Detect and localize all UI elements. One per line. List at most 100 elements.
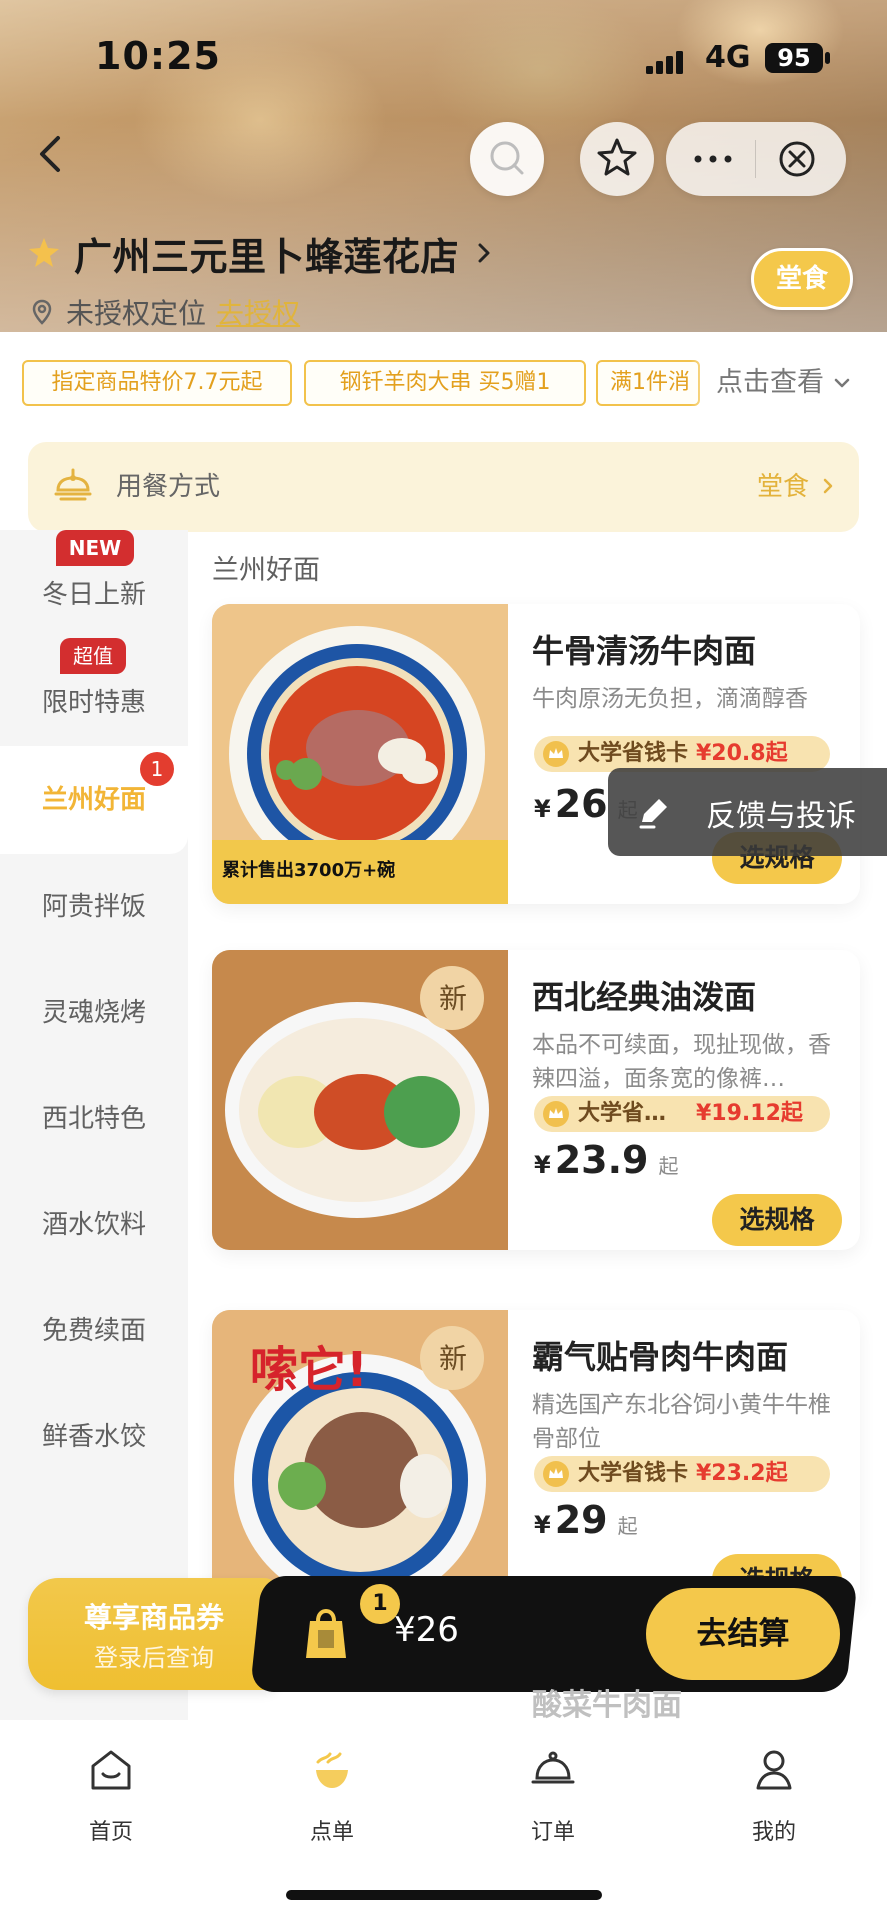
member-price: ¥20.8起 (696, 741, 788, 766)
image-title-text: 嗦它! (250, 1342, 368, 1398)
sidebar-item-barbecue[interactable]: 灵魂烧烤 (0, 960, 188, 1066)
sidebar-item-label: 兰州好面 (41, 785, 146, 815)
search-button[interactable] (470, 122, 544, 196)
member-card-text: 大学省… (578, 1101, 667, 1126)
location-pin-icon (32, 299, 52, 325)
value-badge: 超值 (60, 638, 126, 674)
sidebar-item-label: 西北特色 (41, 1104, 146, 1134)
sidebar-item-free-refill[interactable]: 免费续面 (0, 1278, 188, 1384)
partially-hidden-product-title: 酸菜牛肉面 (532, 1688, 682, 1723)
status-bar: 10:25 4G 95 (0, 0, 887, 110)
cart-total: ¥26 (394, 1610, 459, 1650)
authorize-location-link[interactable]: 去授权 (216, 292, 300, 332)
member-price-pill: 大学省钱卡 ¥23.2起 (534, 1456, 830, 1492)
member-card-text: 大学省钱卡 (578, 741, 689, 766)
product-card[interactable]: 新 西北经典油泼面 本品不可续面，现扯现做，香辣四溢，面条宽的像裤… 大学省… … (212, 950, 860, 1250)
tab-profile-label: 我的 (751, 1820, 796, 1845)
price-value: 26 (554, 782, 608, 826)
product-image: 新 (212, 950, 508, 1250)
oil-splashed-noodle-image: 新 (212, 950, 508, 1250)
signal-icon (646, 51, 683, 74)
product-card[interactable]: 嗦它! 新 霸气贴骨肉牛肉面 精选国产东北谷饲小黄牛牛椎骨部位 大学省钱卡 ¥2… (212, 1310, 860, 1610)
price-row: ¥ 23.9 起 (534, 1138, 678, 1190)
capsule-divider (755, 140, 756, 178)
back-button[interactable] (28, 130, 76, 178)
sidebar-item-dumplings[interactable]: 鲜香水饺 (0, 1384, 188, 1490)
coupon-entry[interactable]: 尊享商品券 登录后查询 (28, 1578, 280, 1690)
store-info-row[interactable]: 广州三元里卜蜂莲花店 (26, 228, 497, 279)
select-spec-button[interactable]: 选规格 (712, 1194, 842, 1246)
price-suffix: 起 (617, 1514, 638, 1538)
battery-level: 95 (765, 43, 823, 73)
sidebar-item-drinks[interactable]: 酒水饮料 (0, 1172, 188, 1278)
member-price-pill: 大学省钱卡 ¥20.8起 (534, 736, 830, 772)
price-currency: ¥ (534, 1511, 551, 1539)
dine-mode-pill[interactable]: 堂食 (751, 248, 853, 310)
member-price-pill: 大学省… ¥19.12起 (534, 1096, 830, 1132)
crown-icon (543, 1101, 569, 1127)
sidebar-item-northwest-specialty[interactable]: 西北特色 (0, 1066, 188, 1172)
member-card-text: 大学省钱卡 (578, 1461, 689, 1486)
chevron-right-icon (823, 478, 833, 494)
tab-profile[interactable]: 我的 (714, 1744, 834, 1854)
sidebar-item-label: 鲜香水饺 (41, 1422, 146, 1452)
sidebar-item-label: 免费续面 (41, 1316, 146, 1346)
cart-count-badge: 1 (140, 752, 174, 786)
sidebar-item-agui-rice[interactable]: 阿贵拌饭 (0, 854, 188, 960)
sidebar-item-label: 阿贵拌饭 (41, 892, 146, 922)
feedback-button[interactable]: 反馈与投诉 (608, 768, 887, 856)
new-badge: NEW (56, 530, 134, 566)
star-icon (597, 138, 637, 176)
sidebar-item-label: 限时特惠 (41, 688, 146, 718)
category-sidebar: 冬日上新 限时特惠 兰州好面 阿贵拌饭 灵魂烧烤 西北特色 酒水饮料 免费续面 … (0, 530, 188, 1720)
price-row: ¥ 29 起 (534, 1498, 638, 1550)
bowl-icon (316, 1752, 348, 1788)
dining-mode-card[interactable]: 用餐方式 堂食 (28, 442, 859, 532)
search-icon (490, 141, 524, 175)
promo-tag[interactable]: 钢钎羊肉大串 买5赠1 (304, 360, 586, 406)
close-button[interactable] (772, 134, 822, 184)
promo-tag[interactable]: 满1件消 (596, 360, 700, 406)
dining-mode-value: 堂食 (756, 472, 809, 502)
crown-icon (543, 741, 569, 767)
product-description: 精选国产东北谷饲小黄牛牛椎骨部位 (532, 1392, 831, 1452)
mini-program-capsule (666, 122, 846, 196)
dish-icon (54, 468, 92, 501)
tab-home[interactable]: 首页 (51, 1744, 171, 1854)
product-image: 嗦它! 新 (212, 1310, 508, 1610)
promo-tag[interactable]: 指定商品特价7.7元起 (22, 360, 292, 406)
coupon-subtitle: 登录后查询 (94, 1644, 214, 1672)
tab-menu-label: 点单 (309, 1820, 354, 1845)
product-title: 霸气贴骨肉牛肉面 (532, 1338, 789, 1376)
tab-orders[interactable]: 订单 (493, 1744, 613, 1854)
beef-noodle-image: 累计售出3700万+碗 (212, 604, 508, 904)
cloche-icon (531, 1751, 575, 1784)
coupon-title: 尊享商品券 (83, 1601, 224, 1634)
view-more-promotions[interactable]: 点击查看 (716, 360, 872, 406)
section-title: 兰州好面 (212, 555, 320, 586)
location-status: 未授权定位 (66, 297, 207, 330)
price-suffix: 起 (658, 1154, 679, 1178)
chevron-right-icon (478, 243, 490, 263)
price-currency: ¥ (534, 795, 551, 823)
member-price: ¥19.12起 (696, 1101, 803, 1126)
product-title: 牛骨清汤牛肉面 (532, 632, 757, 670)
screen: 10:25 4G 95 广州三元里卜蜂莲花店 堂食 未授权定位 去授权 指定商品… (0, 0, 887, 1920)
promotion-strip: 指定商品特价7.7元起 钢钎羊肉大串 买5赠1 满1件消 点击查看 (0, 352, 887, 416)
home-icon (91, 1750, 131, 1790)
dining-mode-label: 用餐方式 (116, 472, 221, 502)
tab-menu[interactable]: 点单 (272, 1744, 392, 1854)
view-more-label: 点击查看 (716, 367, 824, 398)
product-description: 牛肉原汤无负担，滴滴醇香 (532, 686, 808, 712)
sidebar-item-label: 灵魂烧烤 (41, 998, 146, 1028)
checkout-button[interactable]: 去结算 (646, 1588, 840, 1680)
crown-icon (543, 1461, 569, 1487)
product-card[interactable]: 累计售出3700万+碗 牛骨清汤牛肉面 牛肉原汤无负担，滴滴醇香 大学省钱卡 ¥… (212, 604, 860, 904)
sidebar-item-label: 冬日上新 (41, 580, 146, 610)
sidebar-item-label: 酒水饮料 (41, 1210, 146, 1240)
tab-orders-label: 订单 (530, 1820, 575, 1845)
cart-bar[interactable]: 1 ¥26 去结算 (249, 1576, 858, 1692)
favorite-button[interactable] (580, 122, 654, 196)
more-button[interactable] (688, 138, 738, 180)
feedback-label: 反馈与投诉 (706, 799, 856, 834)
